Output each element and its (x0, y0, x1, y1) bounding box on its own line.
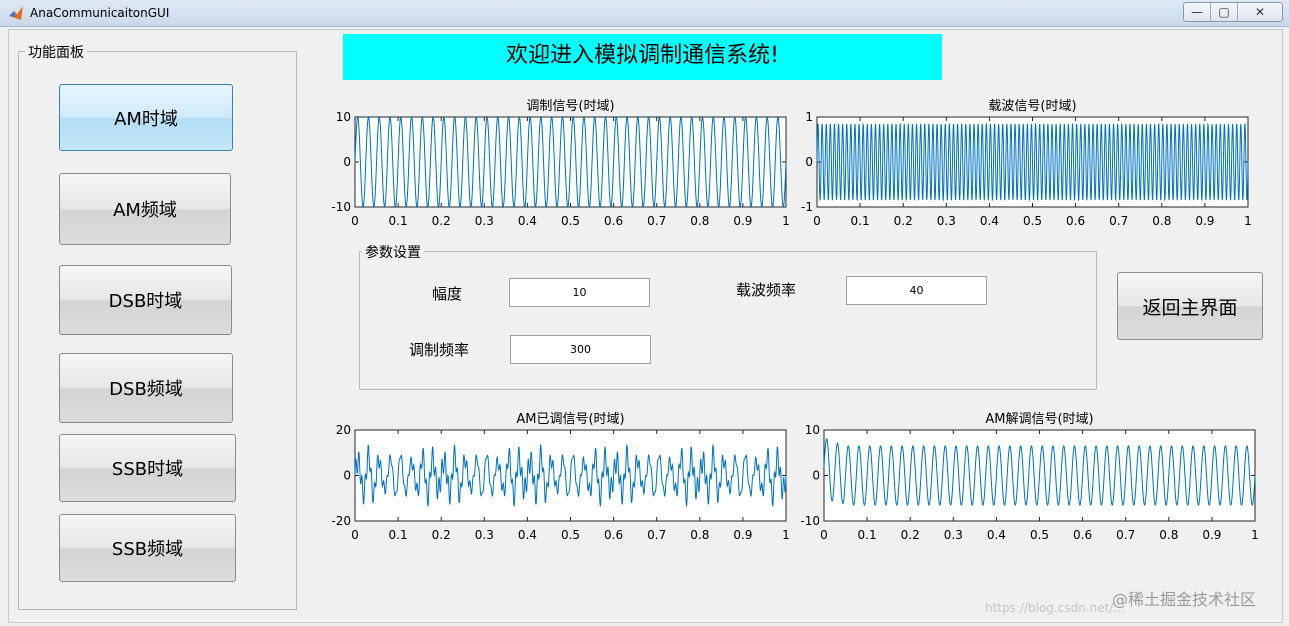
watermark-text: @稀土掘金技术社区 (1112, 590, 1257, 609)
watermark-url: https://blog.csdn.net/... (985, 601, 1125, 615)
window-controls: — ▢ ✕ (1183, 2, 1283, 22)
return-main-button[interactable]: 返回主界面 (1117, 272, 1263, 340)
function-panel-title: 功能面板 (25, 42, 87, 62)
dsb-time-button[interactable]: DSB时域 (59, 265, 232, 335)
ssb-time-button[interactable]: SSB时域 (59, 434, 236, 502)
mod-freq-label: 调制频率 (409, 341, 470, 359)
minimize-button[interactable]: — (1184, 3, 1211, 21)
window-title: AnaCommunicaitonGUI (30, 6, 170, 20)
am-time-button[interactable]: AM时域 (59, 84, 233, 151)
matlab-app-icon (9, 6, 23, 20)
window-titlebar: AnaCommunicaitonGUI — ▢ ✕ (0, 0, 1289, 27)
dsb-freq-button[interactable]: DSB频域 (59, 353, 233, 423)
maximize-button[interactable]: ▢ (1211, 3, 1238, 21)
params-panel-title: 参数设置 (362, 242, 424, 262)
welcome-banner: 欢迎进入模拟调制通信系统! (343, 34, 942, 80)
close-button[interactable]: ✕ (1238, 3, 1282, 21)
mod-freq-input[interactable] (510, 335, 651, 364)
welcome-text: 欢迎进入模拟调制通信系统! (506, 43, 779, 68)
amplitude-label: 幅度 (432, 285, 463, 303)
params-panel (359, 251, 1097, 390)
ssb-freq-button[interactable]: SSB频域 (59, 514, 236, 582)
am-freq-button[interactable]: AM频域 (59, 173, 231, 245)
amplitude-input[interactable] (509, 278, 650, 307)
carrier-freq-label: 载波频率 (736, 281, 797, 299)
carrier-freq-input[interactable] (846, 276, 987, 305)
